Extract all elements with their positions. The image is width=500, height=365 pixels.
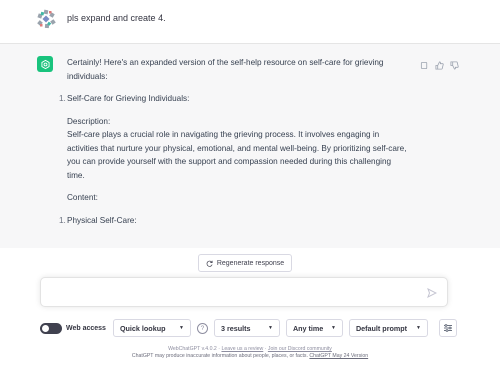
user-message-text: pls expand and create 4. <box>67 13 166 23</box>
copy-icon[interactable] <box>420 57 429 70</box>
user-avatar-icon <box>37 9 56 29</box>
description-block: Description: Self-care plays a crucial r… <box>67 115 407 183</box>
discord-link[interactable]: Join our Discord community <box>268 346 332 352</box>
assistant-message-content: Certainly! Here's an expanded version of… <box>59 56 407 236</box>
sliders-icon <box>443 324 452 332</box>
mode-select[interactable]: Quick lookup ▼ <box>112 319 191 337</box>
list-item: 1. Self-Care for Grieving Individuals: <box>59 92 407 106</box>
message-actions <box>420 57 459 70</box>
refresh-icon <box>206 260 213 267</box>
prompt-settings-button[interactable] <box>438 319 457 337</box>
send-icon[interactable] <box>427 288 437 298</box>
list-item: 1. Physical Self-Care: <box>59 214 407 228</box>
list-item-title: Self-Care for Grieving Individuals: <box>67 94 190 103</box>
description-label: Description: <box>67 116 111 126</box>
message-input[interactable] <box>40 277 448 307</box>
help-icon[interactable]: ? <box>196 322 208 334</box>
content-label: Content: <box>67 193 98 202</box>
regenerate-response-button[interactable]: Regenerate response <box>198 254 292 272</box>
mode-select-value: Quick lookup <box>119 323 166 333</box>
assistant-message-row: Certainly! Here's an expanded version of… <box>0 44 500 248</box>
chevron-down-icon: ▼ <box>416 325 421 331</box>
extension-version: WebChatGPT v.4.0.2 <box>168 346 217 352</box>
review-link[interactable]: Leave us a review <box>221 346 263 352</box>
regenerate-label: Regenerate response <box>216 259 285 267</box>
disclaimer-text: ChatGPT may produce inaccurate informati… <box>131 353 308 359</box>
footer-line-2: ChatGPT may produce inaccurate informati… <box>0 353 500 360</box>
results-select[interactable]: 3 results ▼ <box>213 319 280 337</box>
chevron-down-icon: ▼ <box>179 325 184 331</box>
assistant-intro: Certainly! Here's an expanded version of… <box>67 58 384 81</box>
web-access-label: Web access <box>66 324 106 332</box>
description-text: Self-care plays a crucial role in naviga… <box>67 130 407 180</box>
thumbs-up-icon[interactable] <box>435 57 444 70</box>
chevron-down-icon: ▼ <box>331 325 336 331</box>
footer-line-1: WebChatGPT v.4.0.2 · Leave us a review ·… <box>0 346 500 353</box>
openai-logo-icon <box>37 56 53 72</box>
prompt-select[interactable]: Default prompt ▼ <box>348 319 428 337</box>
web-access-toolbar: Web access Quick lookup ▼ ? 3 results ▼ … <box>40 318 460 338</box>
prompt-select-value: Default prompt <box>355 323 408 333</box>
user-message-row: pls expand and create 4. <box>0 0 500 44</box>
chevron-down-icon: ▼ <box>268 325 273 331</box>
list-item-title: Physical Self-Care: <box>67 215 137 225</box>
thumbs-down-icon[interactable] <box>450 57 459 70</box>
time-select-value: Any time <box>292 323 324 333</box>
chatgpt-version-link[interactable]: ChatGPT May 24 Version <box>309 353 368 359</box>
web-access-toggle[interactable] <box>40 322 62 334</box>
time-select[interactable]: Any time ▼ <box>285 319 343 337</box>
results-select-value: 3 results <box>220 323 251 333</box>
list-number: 1. <box>59 215 66 225</box>
footer: WebChatGPT v.4.0.2 · Leave us a review ·… <box>0 346 500 360</box>
list-number: 1. <box>59 94 66 103</box>
